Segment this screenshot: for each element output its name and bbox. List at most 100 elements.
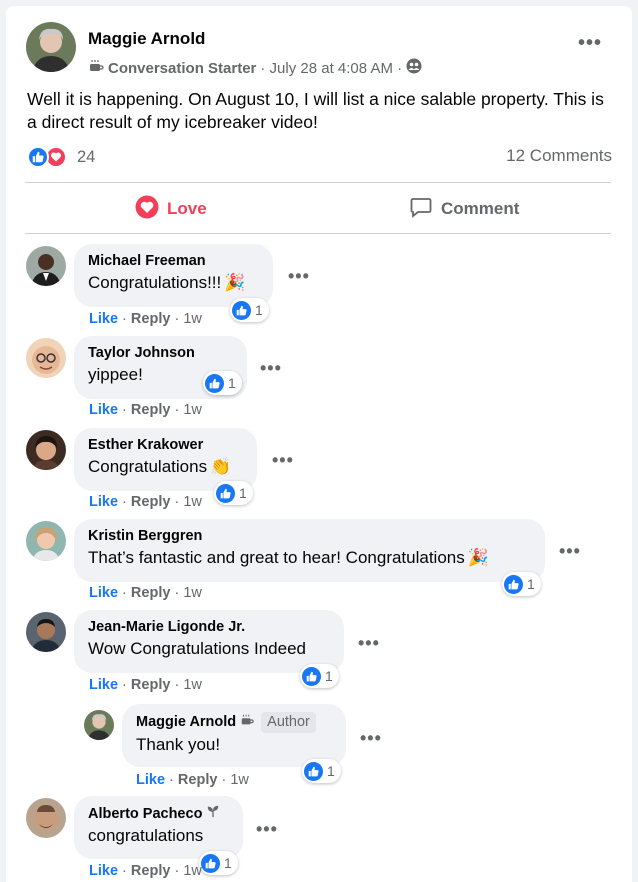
comment-time[interactable]: 1w — [183, 585, 202, 601]
separator: · — [174, 863, 180, 879]
commenter-name[interactable]: Esther Krakower — [88, 436, 243, 455]
post-more-options-icon[interactable]: ••• — [578, 32, 602, 55]
comment-reaction-badge[interactable]: 1 — [203, 371, 242, 395]
post-author-name[interactable]: Maggie Arnold — [88, 29, 205, 49]
comment-like-link[interactable]: Like — [89, 311, 118, 327]
comment-more-options-icon[interactable]: ••• — [260, 358, 282, 379]
clapping-hands-icon: 👏 — [210, 457, 232, 476]
commenter-name[interactable]: Michael Freeman — [88, 252, 259, 271]
comment-actions: Like · Reply · 1w — [136, 772, 249, 788]
comment-like-link[interactable]: Like — [89, 677, 118, 693]
post-timestamp[interactable]: · July 28 at 4:08 AM · — [260, 60, 402, 77]
coffee-cup-icon — [240, 713, 254, 733]
comment-more-options-icon[interactable]: ••• — [360, 728, 382, 749]
comment-time[interactable]: 1w — [183, 677, 202, 693]
comment-time[interactable]: 1w — [183, 863, 202, 879]
comment-reaction-badge[interactable]: 1 — [214, 481, 253, 505]
author-badge: Author — [261, 712, 316, 733]
comment-text: congratulations — [88, 826, 204, 845]
divider-bottom — [25, 233, 611, 234]
separator: · — [122, 585, 127, 601]
comment-time[interactable]: 1w — [183, 402, 202, 418]
comment-more-options-icon[interactable]: ••• — [358, 633, 380, 654]
reaction-count: 1 — [325, 668, 333, 684]
comment-icon — [409, 195, 433, 224]
reply-author-name-row: Maggie Arnold Author — [136, 712, 332, 733]
comment-reply-link[interactable]: Reply — [131, 494, 171, 510]
reaction-count: 1 — [224, 855, 232, 871]
comment-button[interactable]: Comment — [409, 194, 519, 224]
comment-more-options-icon[interactable]: ••• — [559, 541, 581, 562]
friends-audience-icon[interactable] — [406, 58, 422, 78]
reply-author-avatar[interactable] — [84, 710, 114, 740]
commenter-avatar[interactable] — [26, 246, 66, 286]
conversation-starter-badge[interactable]: Conversation Starter — [108, 60, 256, 77]
comment-reply-link[interactable]: Reply — [131, 585, 171, 601]
post-card: Maggie Arnold Conversation Starter · Jul… — [6, 6, 632, 882]
separator: · — [122, 863, 127, 879]
comment-reaction-badge[interactable]: 1 — [302, 759, 341, 783]
comment-reply-link[interactable]: Reply — [131, 402, 171, 418]
commenter-name[interactable]: Maggie Arnold — [136, 713, 236, 732]
post-reactions-summary[interactable]: 24 — [27, 145, 95, 169]
comment-like-link[interactable]: Like — [89, 863, 118, 879]
comment-reaction-badge[interactable]: 1 — [300, 664, 339, 688]
commenter-name[interactable]: Taylor Johnson — [88, 344, 233, 363]
like-icon — [205, 373, 224, 393]
comment-more-options-icon[interactable]: ••• — [256, 819, 278, 840]
love-icon — [135, 195, 159, 224]
separator: · — [174, 311, 180, 327]
comment-reaction-badge[interactable]: 1 — [502, 572, 541, 596]
comment-actions: Like · Reply · 1w — [89, 863, 202, 879]
party-popper-icon: 🎉 — [224, 273, 246, 292]
reaction-count: 1 — [527, 576, 535, 592]
reaction-count: 1 — [228, 375, 236, 391]
commenter-name[interactable]: Jean-Marie Ligonde Jr. — [88, 618, 330, 637]
comment-time[interactable]: 1w — [230, 772, 249, 788]
separator: · — [169, 772, 174, 788]
commenter-avatar[interactable] — [26, 798, 66, 838]
comment-actions: Like · Reply · 1w — [89, 402, 202, 418]
comment-reply-link[interactable]: Reply — [131, 863, 171, 879]
commenter-avatar[interactable] — [26, 521, 66, 561]
like-icon — [504, 574, 523, 594]
comment-actions: Like · Reply · 1w — [89, 311, 202, 327]
reaction-count: 1 — [255, 302, 263, 318]
commenter-avatar[interactable] — [26, 430, 66, 470]
post-meta: Conversation Starter · July 28 at 4:08 A… — [88, 58, 422, 78]
comment-reaction-badge[interactable]: 1 — [230, 298, 269, 322]
post-text: Well it is happening. On August 10, I wi… — [27, 89, 604, 132]
seedling-icon — [206, 804, 220, 824]
love-button[interactable]: Love — [135, 194, 207, 224]
comment-like-link[interactable]: Like — [89, 585, 118, 601]
party-popper-icon: 🎉 — [467, 548, 489, 567]
comment-like-link[interactable]: Like — [136, 772, 165, 788]
reaction-count: 1 — [327, 763, 335, 779]
comment-reply-link[interactable]: Reply — [131, 677, 171, 693]
comments-count[interactable]: 12 Comments — [506, 146, 612, 166]
comment-time[interactable]: 1w — [183, 311, 202, 327]
comment-more-options-icon[interactable]: ••• — [272, 450, 294, 471]
commenter-name[interactable]: Kristin Berggren — [88, 527, 531, 546]
comment-bubble: Jean-Marie Ligonde Jr. Wow Congratulatio… — [74, 610, 344, 673]
separator: · — [122, 494, 127, 510]
comment-text: That’s fantastic and great to hear! Cong… — [88, 546, 531, 569]
comment-like-link[interactable]: Like — [89, 402, 118, 418]
like-icon — [302, 666, 321, 686]
comment-reply-link[interactable]: Reply — [178, 772, 218, 788]
commenter-name[interactable]: Alberto Pacheco — [88, 805, 202, 824]
comment-text: Congratulations 👏 — [88, 455, 243, 478]
comment-bubble: Kristin Berggren That’s fantastic and gr… — [74, 519, 545, 582]
commenter-avatar[interactable] — [26, 612, 66, 652]
comment-like-link[interactable]: Like — [89, 494, 118, 510]
comment-time[interactable]: 1w — [183, 494, 202, 510]
separator: · — [221, 772, 227, 788]
post-author-avatar[interactable] — [26, 22, 76, 72]
divider-top — [25, 182, 611, 183]
comment-reply-link[interactable]: Reply — [131, 311, 171, 327]
reaction-count: 24 — [77, 147, 96, 166]
commenter-avatar[interactable] — [26, 338, 66, 378]
comment-more-options-icon[interactable]: ••• — [288, 266, 310, 287]
comment-reaction-badge[interactable]: 1 — [199, 851, 238, 875]
separator: · — [174, 585, 180, 601]
